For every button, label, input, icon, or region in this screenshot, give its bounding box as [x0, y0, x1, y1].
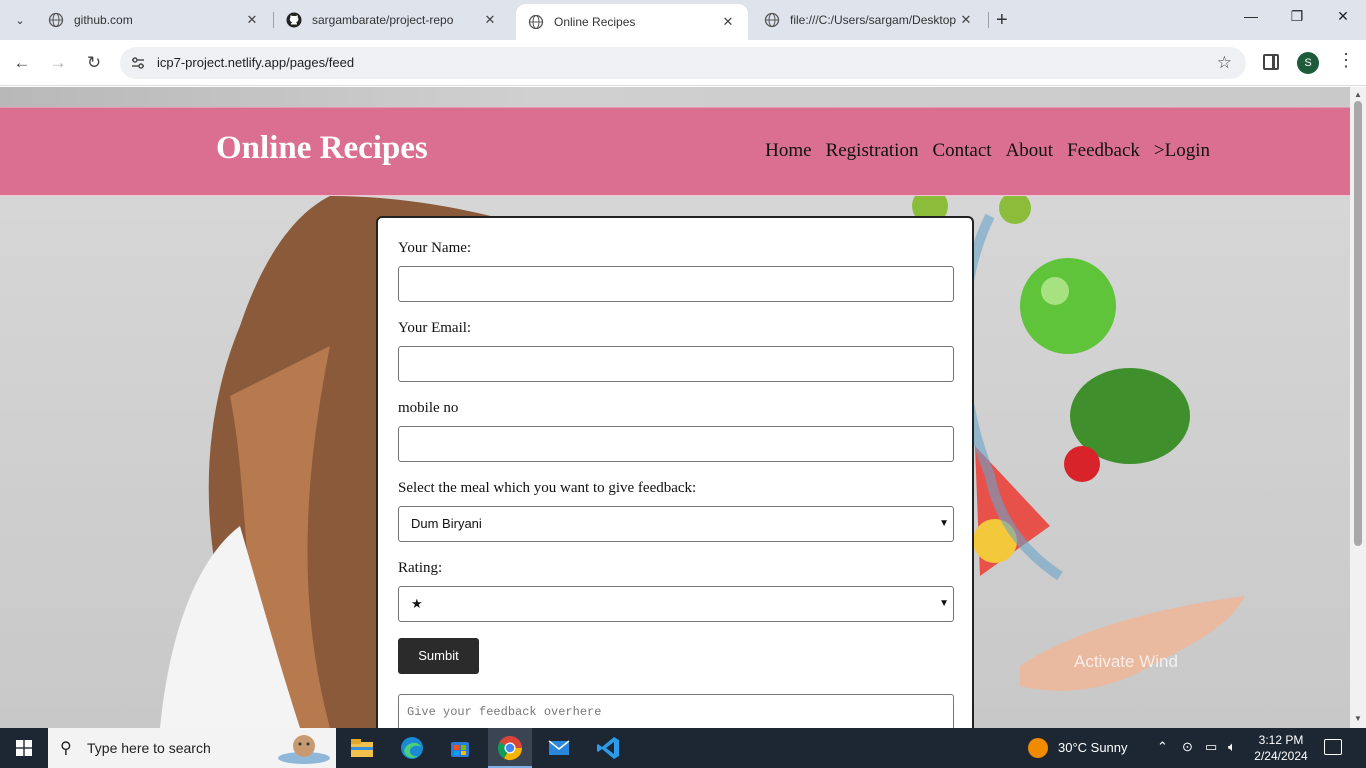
- reload-icon[interactable]: ↻: [83, 52, 105, 74]
- battery-icon[interactable]: ▭: [1205, 739, 1217, 755]
- mail-icon[interactable]: [545, 734, 573, 762]
- rating-select[interactable]: ★ ▼: [398, 586, 954, 622]
- meal-label: Select the meal which you want to give f…: [398, 480, 697, 496]
- tab-close-icon[interactable]: ✕: [720, 14, 736, 30]
- new-tab-icon[interactable]: +: [996, 10, 1008, 30]
- edge-icon[interactable]: [398, 734, 426, 762]
- system-clock[interactable]: 3:12 PM 2/24/2024: [1254, 732, 1308, 764]
- scrollbar-thumb[interactable]: [1354, 101, 1362, 546]
- page-scrollbar[interactable]: ▲ ▼: [1350, 87, 1366, 728]
- chrome-icon[interactable]: [496, 734, 524, 762]
- tab-local-file[interactable]: file:///C:/Users/sargam/Desktop ✕: [752, 4, 986, 36]
- nav-contact[interactable]: Contact: [932, 140, 991, 162]
- email-label: Your Email:: [398, 320, 472, 336]
- vscode-icon[interactable]: [594, 734, 622, 762]
- nav-login[interactable]: >Login: [1154, 140, 1210, 162]
- bookmark-star-icon[interactable]: ☆: [1217, 53, 1232, 73]
- minimize-icon[interactable]: —: [1236, 8, 1266, 24]
- tab-github[interactable]: github.com ✕: [36, 4, 272, 36]
- site-settings-icon[interactable]: [130, 55, 146, 71]
- mobile-input[interactable]: [398, 426, 954, 462]
- scroll-down-icon[interactable]: ▼: [1354, 714, 1362, 723]
- nav-feedback[interactable]: Feedback: [1067, 140, 1140, 162]
- tab-title: Online Recipes: [554, 15, 636, 29]
- email-input[interactable]: [398, 346, 954, 382]
- globe-icon: [764, 12, 780, 28]
- submit-button[interactable]: Sumbit: [398, 638, 479, 674]
- weather-sun-icon[interactable]: [1028, 738, 1048, 758]
- url-text[interactable]: icp7-project.netlify.app/pages/feed: [157, 55, 354, 70]
- name-label: Your Name:: [398, 240, 472, 256]
- tab-separator: [988, 12, 989, 28]
- notification-icon[interactable]: [1324, 739, 1342, 755]
- clock-date: 2/24/2024: [1254, 749, 1308, 763]
- windows-start-icon[interactable]: [16, 740, 32, 756]
- page-top-strip: [0, 87, 1350, 107]
- tab-close-icon[interactable]: ✕: [244, 12, 260, 28]
- clock-time: 3:12 PM: [1258, 733, 1304, 747]
- scroll-up-icon[interactable]: ▲: [1354, 90, 1362, 99]
- search-highlight-icon: [278, 735, 330, 764]
- chevron-down-icon: ▼: [939, 518, 949, 529]
- tab-strip: ⌄ github.com ✕ sargambarate/project-repo…: [0, 0, 1366, 40]
- name-input[interactable]: [398, 266, 954, 302]
- tab-online-recipes[interactable]: Online Recipes ✕: [516, 4, 748, 40]
- github-icon: [286, 12, 302, 28]
- mobile-label: mobile no: [398, 400, 459, 416]
- taskbar: ⚲ Type here to search 30°C Sunny ⌃ ⊙ ▭ 🔈…: [0, 728, 1366, 768]
- globe-icon: [528, 14, 544, 30]
- browser-menu-icon[interactable]: ⋮: [1337, 50, 1355, 71]
- tab-close-icon[interactable]: ✕: [958, 12, 974, 28]
- page-viewport: Online Recipes Home Registration Contact…: [0, 87, 1350, 728]
- tab-title: sargambarate/project-repo: [312, 13, 454, 27]
- feedback-form: Your Name: Your Email: mobile no Select …: [376, 216, 974, 728]
- weather-text[interactable]: 30°C Sunny: [1058, 740, 1128, 755]
- taskbar-search[interactable]: ⚲ Type here to search: [48, 728, 336, 768]
- nav-registration[interactable]: Registration: [826, 140, 919, 162]
- browser-toolbar: ← → ↻ icp7-project.netlify.app/pages/fee…: [0, 40, 1366, 86]
- side-panel-icon[interactable]: [1263, 54, 1279, 70]
- site-brand[interactable]: Online Recipes: [216, 130, 428, 167]
- address-bar[interactable]: icp7-project.netlify.app/pages/feed ☆: [120, 47, 1246, 79]
- back-arrow-icon[interactable]: ←: [11, 52, 33, 74]
- forward-arrow-icon[interactable]: →: [47, 52, 69, 74]
- tab-repo[interactable]: sargambarate/project-repo ✕: [274, 4, 510, 36]
- nav-about[interactable]: About: [1006, 140, 1054, 162]
- tray-chevron-up-icon[interactable]: ⌃: [1157, 739, 1168, 755]
- nav-home[interactable]: Home: [765, 140, 811, 162]
- meet-icon[interactable]: ⊙: [1182, 739, 1193, 755]
- tab-title: github.com: [74, 13, 133, 27]
- search-icon: ⚲: [60, 740, 72, 757]
- tab-search-chevron-icon[interactable]: ⌄: [8, 8, 32, 32]
- search-text: Type here to search: [87, 740, 211, 756]
- meal-select[interactable]: Dum Biryani ▼: [398, 506, 954, 542]
- tab-close-icon[interactable]: ✕: [482, 12, 498, 28]
- feedback-placeholder: Give your feedback overhere: [407, 705, 602, 719]
- profile-avatar[interactable]: S: [1297, 52, 1319, 74]
- chevron-down-icon: ▼: [939, 598, 949, 609]
- restore-icon[interactable]: ❐: [1282, 8, 1312, 25]
- globe-icon: [48, 12, 64, 28]
- activation-watermark: Activate Wind: [1074, 652, 1178, 671]
- file-explorer-icon[interactable]: [348, 734, 376, 762]
- close-window-icon[interactable]: ✕: [1328, 8, 1358, 25]
- tab-title: file:///C:/Users/sargam/Desktop: [790, 13, 957, 27]
- rating-selected-value: ★: [411, 596, 423, 611]
- store-icon[interactable]: [446, 734, 474, 762]
- site-nav: Home Registration Contact About Feedback…: [765, 140, 1210, 162]
- feedback-textarea[interactable]: Give your feedback overhere: [398, 694, 954, 728]
- rating-label: Rating:: [398, 560, 443, 576]
- volume-icon[interactable]: 🔈︎: [1228, 739, 1236, 755]
- site-header: Online Recipes Home Registration Contact…: [0, 107, 1350, 196]
- meal-selected-value: Dum Biryani: [411, 516, 482, 531]
